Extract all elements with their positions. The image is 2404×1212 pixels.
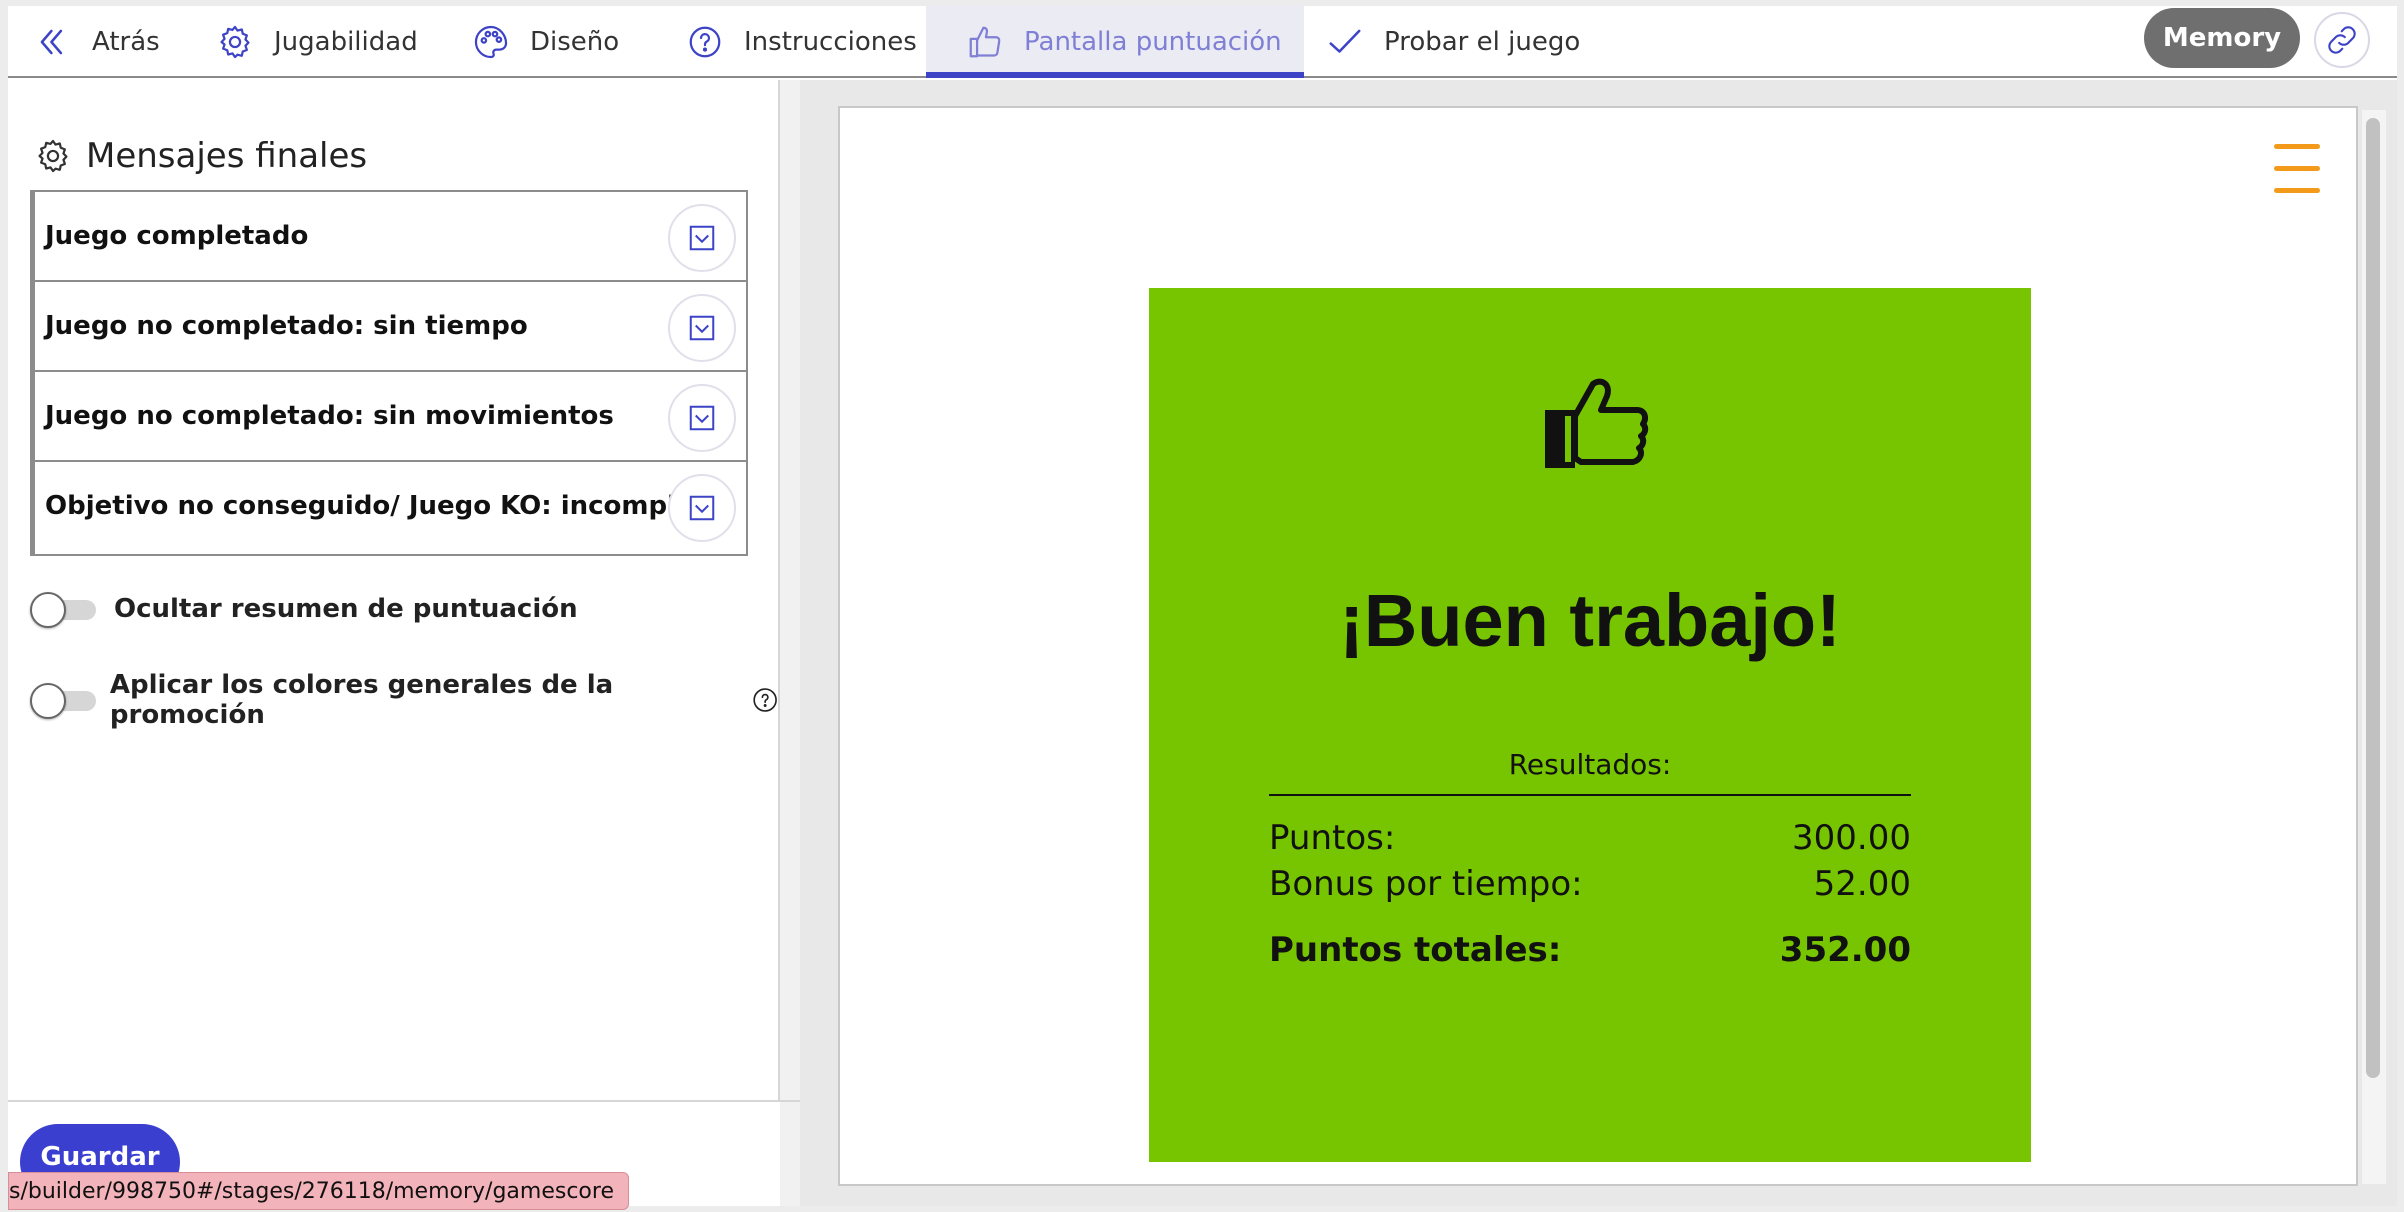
time-bonus-value: 52.00: [1813, 864, 1911, 904]
app-window: Atrás Jugabilidad Diseño Instrucciones P…: [8, 6, 2397, 1210]
points-row: Puntos: 300.00: [1269, 818, 1911, 858]
hamburger-menu-icon[interactable]: [2274, 144, 2320, 194]
chevron-down-box-icon: [689, 225, 715, 251]
apply-promo-colors-label: Aplicar los colores generales de la prom…: [109, 670, 614, 730]
gear-icon: [38, 139, 68, 173]
panel-divider: [780, 80, 800, 1206]
top-nav-bar: Atrás Jugabilidad Diseño Instrucciones P…: [8, 6, 2397, 78]
checkmark-icon: [1329, 29, 1361, 53]
total-points-label: Puntos totales:: [1269, 930, 1562, 970]
message-objective-failed[interactable]: Objetivo no conseguido/ Juego KO: incomp…: [35, 462, 746, 550]
settings-panel: Mensajes finales Juego completado Juego …: [8, 80, 780, 1100]
tab-test-game-label: Probar el juego: [1384, 27, 1581, 57]
hide-score-summary-row: Ocultar resumen de puntuación: [30, 592, 578, 628]
time-bonus-label: Bonus por tiempo:: [1269, 864, 1583, 904]
status-bar-url: s/builder/998750#/stages/276118/memory/g…: [8, 1172, 629, 1210]
double-chevron-left-icon: [40, 29, 63, 55]
expand-button[interactable]: [668, 294, 736, 362]
results-heading: Resultados:: [1508, 748, 1672, 781]
back-label: Atrás: [92, 27, 160, 57]
result-title: ¡Buen trabajo!: [1339, 579, 1841, 662]
tab-design-label: Diseño: [530, 27, 620, 57]
message-no-moves[interactable]: Juego no completado: sin movimientos: [35, 372, 746, 462]
palette-icon: [474, 25, 508, 59]
results-divider: [1269, 794, 1911, 796]
back-button[interactable]: Atrás: [34, 6, 160, 78]
expand-button[interactable]: [668, 204, 736, 272]
tab-test-game[interactable]: Probar el juego: [1326, 6, 1580, 78]
score-card: ¡Buen trabajo! Resultados: Puntos: 300.0…: [1149, 288, 2031, 1162]
tab-score-screen-label: Pantalla puntuación: [1024, 27, 1282, 57]
expand-button[interactable]: [668, 384, 736, 452]
chevron-down-box-icon: [689, 495, 715, 521]
share-link-button[interactable]: [2314, 12, 2370, 68]
link-icon: [2328, 26, 2356, 54]
message-label: Juego no completado: sin tiempo: [45, 311, 528, 341]
tab-instructions[interactable]: Instrucciones: [686, 6, 917, 78]
thumbs-up-icon: [1545, 378, 1649, 468]
tab-design[interactable]: Diseño: [472, 6, 619, 78]
apply-promo-colors-toggle[interactable]: [30, 683, 96, 719]
apply-promo-colors-row: Aplicar los colores generales de la prom…: [30, 670, 778, 730]
question-circle-icon: [689, 26, 721, 58]
points-value: 300.00: [1792, 818, 1911, 858]
message-label: Juego completado: [45, 221, 309, 251]
footer-divider: [8, 1100, 800, 1102]
time-bonus-row: Bonus por tiempo: 52.00: [1269, 864, 1911, 904]
tab-gameplay[interactable]: Jugabilidad: [216, 6, 418, 78]
total-points-row: Puntos totales: 352.00: [1269, 930, 1911, 970]
message-no-time[interactable]: Juego no completado: sin tiempo: [35, 282, 746, 372]
game-type-badge[interactable]: Memory: [2144, 8, 2300, 68]
message-label: Objetivo no conseguido/ Juego KO: incomp…: [45, 491, 724, 521]
page: Atrás Jugabilidad Diseño Instrucciones P…: [0, 0, 2404, 1212]
preview-scrollbar-thumb[interactable]: [2366, 118, 2380, 1078]
message-label: Juego no completado: sin movimientos: [45, 401, 614, 431]
tab-gameplay-label: Jugabilidad: [274, 27, 418, 57]
expand-button[interactable]: [668, 474, 736, 542]
thumbs-up-icon: [969, 26, 1001, 58]
help-icon[interactable]: [752, 686, 778, 714]
final-messages-heading: Mensajes finales: [34, 136, 367, 176]
hide-score-summary-toggle[interactable]: [30, 592, 96, 628]
final-messages-list: Juego completado Juego no completado: si…: [30, 190, 748, 556]
gear-icon: [220, 25, 250, 59]
message-game-completed[interactable]: Juego completado: [35, 192, 746, 282]
points-label: Puntos:: [1269, 818, 1396, 858]
tab-score-screen[interactable]: Pantalla puntuación: [926, 6, 1304, 78]
chevron-down-box-icon: [689, 315, 715, 341]
final-messages-title: Mensajes finales: [86, 136, 368, 176]
tab-instructions-label: Instrucciones: [744, 27, 917, 57]
total-points-value: 352.00: [1779, 930, 1911, 970]
hide-score-summary-label: Ocultar resumen de puntuación: [114, 594, 578, 624]
chevron-down-box-icon: [689, 405, 715, 431]
